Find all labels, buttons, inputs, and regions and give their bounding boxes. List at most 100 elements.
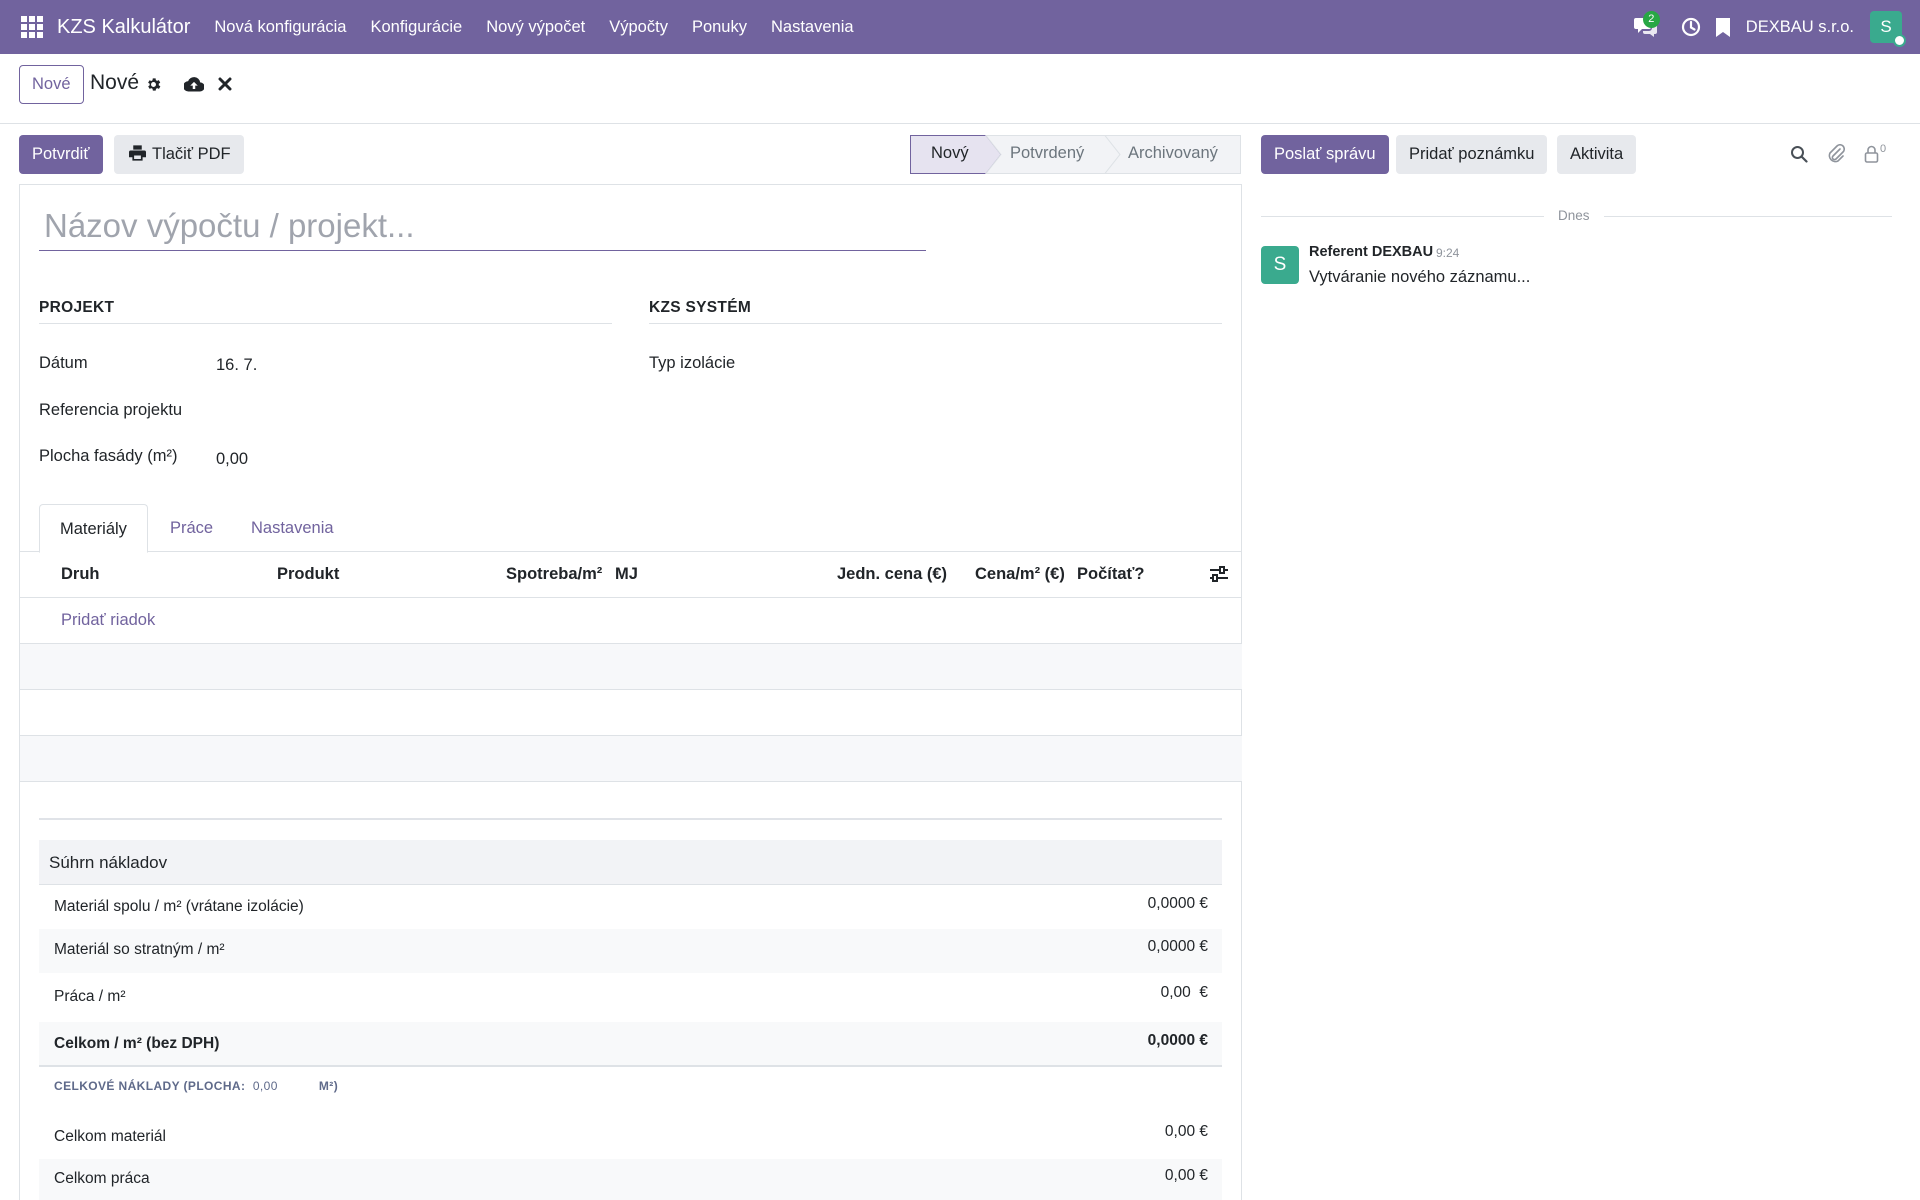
summary-title: Súhrn nákladov: [49, 853, 168, 872]
summary-row-total: Celkom / m² (bez DPH) 0,0000 €: [39, 1022, 1222, 1067]
day-separator-line: [1261, 216, 1544, 217]
printer-icon: [129, 145, 146, 161]
summary-row-value: 0,0000 €: [1147, 938, 1208, 955]
summary-row: Materiál so stratným / m² 0,0000 €: [39, 929, 1222, 973]
group-title-kzs: KZS systém: [649, 299, 752, 316]
company-switcher[interactable]: DEXBAU s.r.o.: [1746, 18, 1854, 37]
menu-item-settings[interactable]: Nastavenia: [759, 0, 866, 54]
message-author[interactable]: Referent DEXBAU: [1309, 244, 1433, 260]
group-title-project: Projekt: [39, 299, 115, 316]
sliders-icon[interactable]: [1210, 566, 1228, 582]
activity-button[interactable]: Aktivita: [1557, 135, 1637, 174]
cloud-upload-icon[interactable]: [184, 76, 204, 92]
activity-menu[interactable]: [1674, 0, 1708, 54]
log-note-button[interactable]: Pridať poznámku: [1396, 135, 1548, 174]
breadcrumb-title: Nové: [90, 71, 140, 94]
menu-item-offers[interactable]: Ponuky: [680, 0, 759, 54]
message-time: 9:24: [1436, 246, 1460, 260]
summary-row-value: 0,00 €: [1160, 984, 1208, 1001]
print-pdf-label: Tlačiť PDF: [152, 145, 231, 163]
bookmark-menu[interactable]: [1708, 0, 1738, 54]
bookmark-icon: [1715, 17, 1730, 37]
user-avatar[interactable]: S: [1870, 11, 1906, 47]
close-icon[interactable]: [218, 77, 232, 91]
summary-separator: [39, 818, 1222, 820]
gear-icon[interactable]: [145, 76, 162, 93]
summary-row: Celkom materiál 0,00 €: [39, 1114, 1222, 1159]
menu-item-configs[interactable]: Konfigurácie: [358, 0, 474, 54]
new-record-button[interactable]: Nové: [19, 65, 84, 104]
message-body: Vytváranie nového záznamu...: [1309, 268, 1531, 286]
tab-materials[interactable]: Materiály: [39, 504, 148, 553]
materials-table-header: Druh Produkt Spotreba/m² MJ Jedn. cena (…: [20, 551, 1242, 598]
print-pdf-button[interactable]: Tlačiť PDF: [114, 135, 244, 174]
status-confirmed[interactable]: Potvrdený: [1010, 135, 1084, 174]
summary-row-label: Celkom materiál: [54, 1128, 166, 1145]
notebook-tabs: Materiály Práce Nastavenia: [20, 504, 1242, 553]
column-header-unit-price[interactable]: Jedn. cena (€): [837, 551, 947, 597]
summary-row-value: 0,00 €: [1164, 1167, 1208, 1184]
field-label-project-ref: Referencia projektu: [39, 401, 183, 419]
group-divider: [39, 323, 612, 324]
summary-row-value: 0,0000 €: [1147, 895, 1208, 912]
paperclip-icon[interactable]: [1827, 144, 1845, 164]
apps-icon[interactable]: [12, 0, 52, 54]
column-header-unit[interactable]: MJ: [615, 551, 638, 597]
presence-status-icon: [1893, 34, 1906, 47]
summary-row: Celkom práca 0,00 €: [39, 1159, 1222, 1200]
summary-row-label: Práca / m²: [54, 988, 126, 1005]
column-header-product[interactable]: Produkt: [277, 551, 339, 597]
send-message-button[interactable]: Poslať správu: [1261, 135, 1389, 174]
total-costs-suffix: M²): [318, 1079, 339, 1093]
facade-area-field[interactable]: 0,00: [216, 450, 248, 469]
total-costs-heading: CELKOVÉ NÁKLADY (PLOCHA: 0,00 M²): [54, 1079, 338, 1093]
summary-row-label: Celkom / m² (bez DPH): [54, 1035, 220, 1052]
summary-row-value: 0,0000 €: [1147, 1032, 1208, 1049]
app-brand[interactable]: KZS Kalkulátor: [57, 16, 190, 39]
menu-item-calcs[interactable]: Výpočty: [597, 0, 680, 54]
table-row: [20, 736, 1242, 782]
status-new[interactable]: Nový: [931, 135, 969, 174]
column-header-consumption[interactable]: Spotreba/m²: [506, 551, 602, 597]
table-row: [20, 690, 1242, 736]
summary-row: Materiál spolu / m² (vrátane izolácie) 0…: [39, 885, 1222, 929]
project-ref-field[interactable]: [216, 401, 606, 423]
tab-work[interactable]: Práce: [150, 504, 233, 552]
field-label-facade-area: Plocha fasády (m²): [39, 447, 178, 465]
menu-item-new-config[interactable]: Nová konfigurácia: [202, 0, 358, 54]
menu-item-new-calc[interactable]: Nový výpočet: [474, 0, 597, 54]
field-label-insulation-type: Typ izolácie: [649, 354, 736, 372]
date-field[interactable]: 16. 7.: [216, 356, 257, 375]
summary-header: Súhrn nákladov: [39, 840, 1222, 885]
table-row: Pridať riadok: [20, 598, 1242, 644]
summary-row-label: Materiál spolu / m² (vrátane izolácie): [54, 898, 304, 915]
insulation-type-field[interactable]: [826, 354, 1216, 376]
message-avatar[interactable]: S: [1261, 246, 1299, 284]
summary-row-label: Materiál so stratným / m²: [54, 941, 225, 958]
column-header-calculate[interactable]: Počítať?: [1077, 551, 1145, 597]
add-line-button[interactable]: Pridať riadok: [61, 598, 155, 643]
messaging-menu[interactable]: 2: [1626, 0, 1666, 54]
column-header-price-per-m2[interactable]: Cena/m² (€): [975, 551, 1065, 597]
top-navbar: KZS Kalkulátor Nová konfigurácia Konfigu…: [0, 0, 1920, 54]
user-initial: S: [1880, 17, 1892, 36]
confirm-button[interactable]: Potvrdiť: [19, 135, 103, 174]
column-header-type[interactable]: Druh: [61, 551, 100, 597]
message-avatar-initial: S: [1273, 254, 1287, 275]
status-archived[interactable]: Archivovaný: [1128, 135, 1218, 174]
day-separator-line: [1604, 216, 1892, 217]
table-row: [20, 644, 1242, 690]
day-label: Dnes: [1558, 208, 1590, 223]
group-divider: [649, 323, 1222, 324]
total-costs-prefix: CELKOVÉ NÁKLADY (PLOCHA:: [54, 1079, 246, 1093]
calculation-name-input[interactable]: Názov výpočtu / projekt...: [39, 200, 926, 251]
control-panel: Nové Nové: [0, 54, 1920, 124]
day-separator: Dnes: [1261, 206, 1892, 226]
followers-button[interactable]: 0: [1864, 143, 1886, 163]
navbar-systray: 2 DEXBAU s.r.o. S: [1626, 0, 1920, 54]
summary-row: Práca / m² 0,00 €: [39, 973, 1222, 1022]
tab-settings[interactable]: Nastavenia: [231, 504, 354, 552]
followers-count: 0: [1880, 143, 1887, 155]
search-icon[interactable]: [1790, 145, 1808, 163]
total-costs-area: 0,00: [252, 1079, 278, 1093]
